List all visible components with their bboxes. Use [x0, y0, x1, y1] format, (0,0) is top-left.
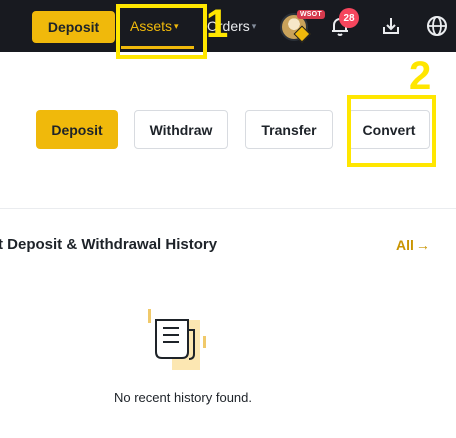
empty-document-icon [142, 306, 212, 374]
annotation-box-1 [116, 4, 207, 59]
caret-down-icon: ▾ [251, 20, 257, 31]
transfer-button[interactable]: Transfer [245, 110, 333, 149]
annotation-box-2 [347, 95, 436, 167]
download-icon[interactable] [379, 14, 403, 38]
notification-count-badge: 28 [339, 8, 359, 28]
empty-state-message: No recent history found. [113, 390, 253, 405]
history-section-title: t Deposit & Withdrawal History [0, 236, 218, 253]
deposit-action-button[interactable]: Deposit [36, 110, 118, 149]
view-all-link[interactable]: All → [396, 237, 430, 253]
annotation-number-1: 1 [206, 2, 229, 46]
annotation-number-2: 2 [409, 54, 432, 98]
arrow-right-icon: → [415, 237, 430, 253]
vip-badge: WSOT [297, 10, 325, 19]
section-divider [0, 208, 456, 209]
globe-icon[interactable] [425, 14, 449, 38]
withdraw-button[interactable]: Withdraw [134, 110, 228, 149]
view-all-label: All [396, 237, 414, 253]
deposit-button[interactable]: Deposit [32, 11, 115, 43]
